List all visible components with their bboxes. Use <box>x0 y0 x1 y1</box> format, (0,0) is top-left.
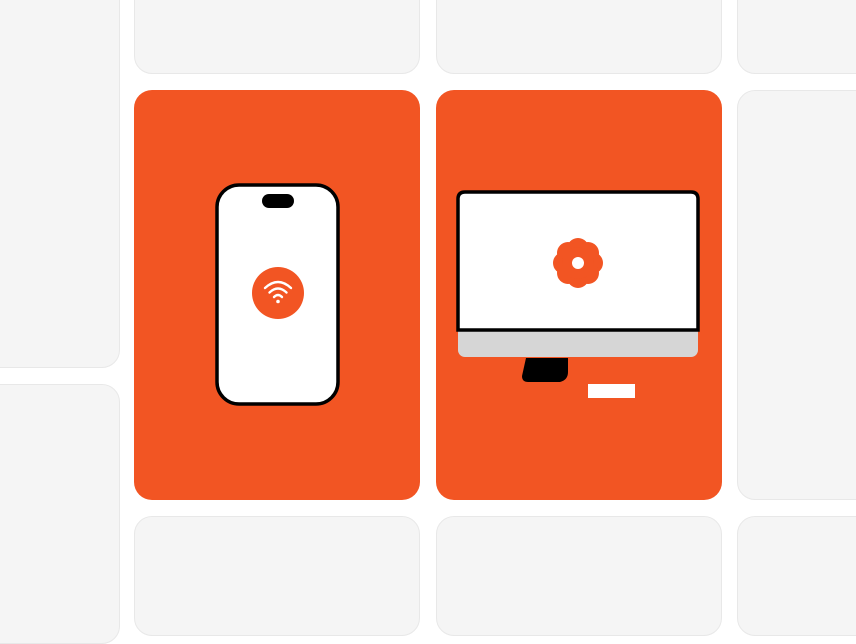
tile-top-right <box>737 0 856 74</box>
tile-bottom-right <box>737 516 856 636</box>
smartphone-card[interactable] <box>134 90 420 500</box>
tile-bottom-center-left <box>134 516 420 636</box>
wifi-icon <box>252 267 304 319</box>
desktop-monitor-card[interactable] <box>436 90 722 500</box>
tile-top-left <box>0 0 120 368</box>
monitor-icon <box>456 190 700 398</box>
flower-gear-icon <box>553 238 603 288</box>
monitor-stand <box>522 358 568 382</box>
monitor-illustration <box>456 190 700 398</box>
monitor-base <box>588 384 635 398</box>
tile-top-center-right <box>436 0 722 74</box>
tile-bottom-center-right <box>436 516 722 636</box>
tile-middle-right <box>737 90 856 500</box>
tile-top-center-left <box>134 0 420 74</box>
smartphone-illustration <box>215 183 340 406</box>
dynamic-island <box>262 194 294 208</box>
tile-middle-left <box>0 384 120 644</box>
